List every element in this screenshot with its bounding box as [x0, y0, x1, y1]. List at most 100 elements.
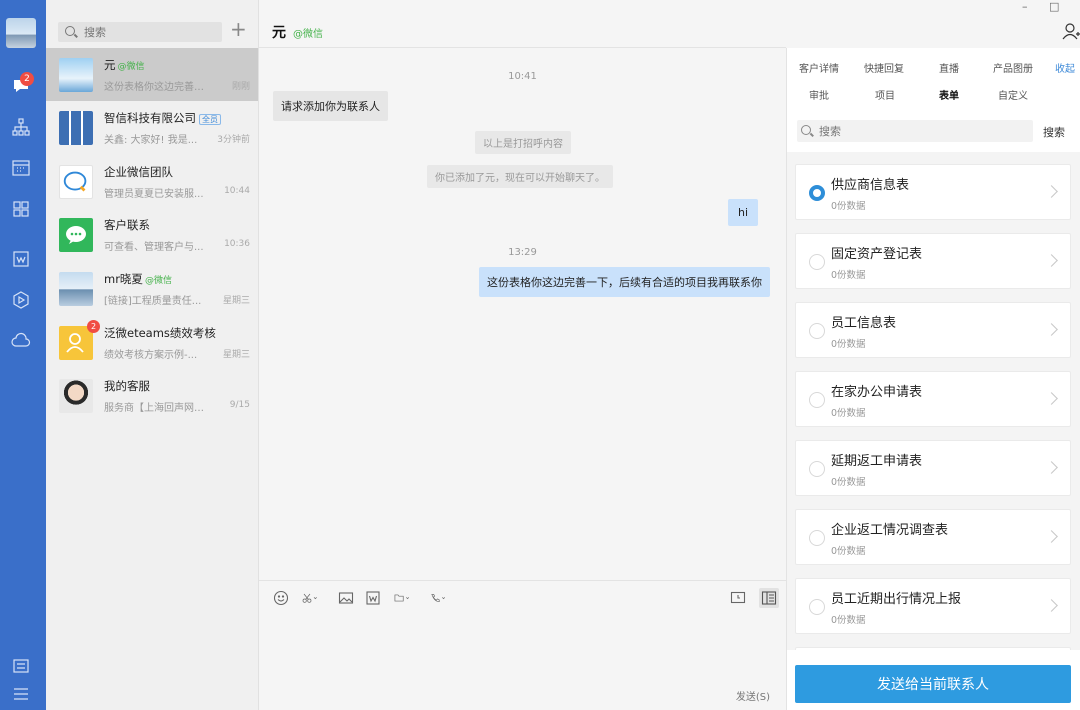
panel-search-box[interactable]	[797, 120, 1033, 142]
form-count: 0份数据	[831, 477, 866, 488]
app-rail: 2	[0, 0, 46, 710]
wechat-tag: @微信	[144, 276, 172, 286]
conversation-item[interactable]: 企业微信团队 管理员夏夏已安装服... 10:44	[46, 155, 258, 208]
search-input[interactable]	[84, 24, 214, 40]
form-card[interactable]: 供应商信息表 0份数据	[795, 164, 1071, 220]
form-radio[interactable]	[809, 599, 825, 615]
sidebar-toggle-icon[interactable]	[759, 588, 779, 608]
form-card[interactable]: 员工近期出行情况上报 0份数据	[795, 578, 1071, 634]
word-doc-icon[interactable]	[365, 590, 381, 606]
form-title: 在家办公申请表	[831, 385, 923, 400]
tab-product-album[interactable]: 产品图册	[993, 60, 1033, 75]
search-box[interactable]	[58, 22, 222, 42]
tab-quick-reply[interactable]: 快捷回复	[864, 60, 904, 75]
form-title: 供应商信息表	[831, 178, 910, 193]
emoji-icon[interactable]	[273, 590, 289, 606]
cloud-icon[interactable]	[11, 331, 31, 351]
menu-icon[interactable]	[11, 684, 31, 704]
form-card[interactable]: 企业返工情况调查表 0份数据	[795, 509, 1071, 565]
system-message: 以上是打招呼内容	[475, 131, 571, 154]
conversation-time: 9/15	[229, 400, 250, 410]
unread-badge: 2	[20, 72, 34, 86]
tab-custom[interactable]: 自定义	[998, 87, 1028, 102]
form-card[interactable]: 固定资产登记表 0份数据	[795, 233, 1071, 289]
side-panel: 客户详情 快捷回复 直播 产品图册 收起 审批 项目 表单 自定义 搜索 供应商…	[786, 48, 1080, 710]
form-card[interactable]: 延期返工申请表 0份数据	[795, 440, 1071, 496]
conversation-preview: 关鑫: 大家好! 我是...	[104, 135, 198, 146]
org-chart-icon[interactable]	[11, 117, 31, 137]
conversation-preview: 这份表格你这边完善一...	[104, 82, 212, 93]
minimize-button[interactable]: –	[1022, 0, 1028, 13]
add-button[interactable]: +	[230, 19, 247, 40]
conversation-name: 我的客服	[104, 379, 150, 393]
form-radio[interactable]	[809, 185, 825, 201]
search-icon	[65, 26, 75, 36]
message-bubble[interactable]: hi	[728, 199, 759, 226]
conversation-preview: 管理员夏夏已安装服...	[104, 189, 204, 200]
conversation-item[interactable]: 元 @微信 这份表格你这边完善一... 刚刚	[46, 48, 258, 101]
conversation-preview: 可查看、管理客户与...	[104, 242, 204, 253]
tab-approval[interactable]: 审批	[809, 87, 829, 102]
conversation-item[interactable]: 我的客服 服务商【上海回声网络... 9/15	[46, 369, 258, 422]
send-to-contact-button[interactable]: 发送给当前联系人	[795, 665, 1071, 703]
form-radio[interactable]	[809, 323, 825, 339]
chevron-right-icon	[1045, 530, 1058, 543]
form-card[interactable]: 在家办公申请表 0份数据	[795, 371, 1071, 427]
conversation-item[interactable]: 2 泛微eteams绩效考核 绩效考核方案示例-... 星期三	[46, 316, 258, 369]
conversation-time: 3分钟前	[217, 135, 250, 145]
form-radio[interactable]	[809, 461, 825, 477]
form-radio[interactable]	[809, 392, 825, 408]
conversation-item[interactable]: 客户联系 可查看、管理客户与... 10:36	[46, 208, 258, 261]
tab-live[interactable]: 直播	[939, 60, 959, 75]
conversation-name: 客户联系	[104, 218, 150, 232]
chevron-right-icon	[1045, 323, 1058, 336]
form-radio[interactable]	[809, 254, 825, 270]
avatar	[59, 326, 93, 360]
folder-icon[interactable]	[394, 590, 420, 606]
apps-grid-icon[interactable]	[11, 199, 31, 219]
avatar	[59, 272, 93, 306]
form-radio[interactable]	[809, 530, 825, 546]
conversation-item[interactable]: mr晓夏 @微信 [链接]工程质量责任... 星期三	[46, 262, 258, 315]
tab-customer-detail[interactable]: 客户详情	[799, 60, 839, 75]
timestamp: 10:41	[508, 71, 537, 82]
panel-search-button[interactable]: 搜索	[1043, 124, 1065, 140]
hexagon-icon[interactable]	[11, 290, 31, 310]
right-topbar: – □	[786, 0, 1080, 48]
collapse-link[interactable]: 收起	[1055, 60, 1075, 75]
form-count: 0份数据	[831, 546, 866, 557]
message-bubble[interactable]: 请求添加你为联系人	[273, 91, 388, 121]
conversation-preview: 服务商【上海回声网络...	[104, 403, 212, 414]
send-button[interactable]: 发送(S)	[736, 688, 770, 703]
history-icon[interactable]	[730, 590, 746, 606]
conversation-item[interactable]: 智信科技有限公司 全员 关鑫: 大家好! 我是... 3分钟前	[46, 101, 258, 154]
chevron-right-icon	[1045, 254, 1058, 267]
add-user-icon[interactable]	[1062, 22, 1080, 40]
message-bubble[interactable]: 这份表格你这边完善一下，后续有合适的项目我再联系你	[479, 267, 770, 297]
doc-icon[interactable]	[11, 249, 31, 269]
avatar	[59, 379, 93, 413]
chevron-right-icon	[1045, 599, 1058, 612]
my-avatar[interactable]	[6, 18, 36, 48]
calendar-icon[interactable]	[11, 158, 31, 178]
conversation-time: 10:36	[224, 239, 250, 249]
form-card[interactable]	[795, 647, 1071, 650]
screenshot-icon[interactable]	[302, 590, 326, 606]
form-count: 0份数据	[831, 339, 866, 350]
chat-header: 元 @微信	[259, 0, 786, 48]
conversation-name: mr晓夏	[104, 272, 143, 286]
conversation-name: 元	[104, 58, 116, 72]
image-icon[interactable]	[338, 590, 354, 606]
settings-panel-icon[interactable]	[11, 656, 31, 676]
maximize-button[interactable]: □	[1049, 0, 1059, 13]
form-card[interactable]: 员工信息表 0份数据	[795, 302, 1071, 358]
form-title: 固定资产登记表	[831, 247, 923, 262]
conversation-preview: 绩效考核方案示例-...	[104, 350, 198, 361]
conversation-name: 企业微信团队	[104, 165, 173, 179]
conversation-time: 星期三	[222, 350, 250, 360]
panel-search-input[interactable]	[819, 123, 1019, 139]
phone-icon[interactable]	[430, 590, 456, 606]
tab-project[interactable]: 项目	[875, 87, 895, 102]
tab-forms[interactable]: 表单	[939, 87, 959, 102]
form-title: 企业返工情况调查表	[831, 523, 949, 538]
